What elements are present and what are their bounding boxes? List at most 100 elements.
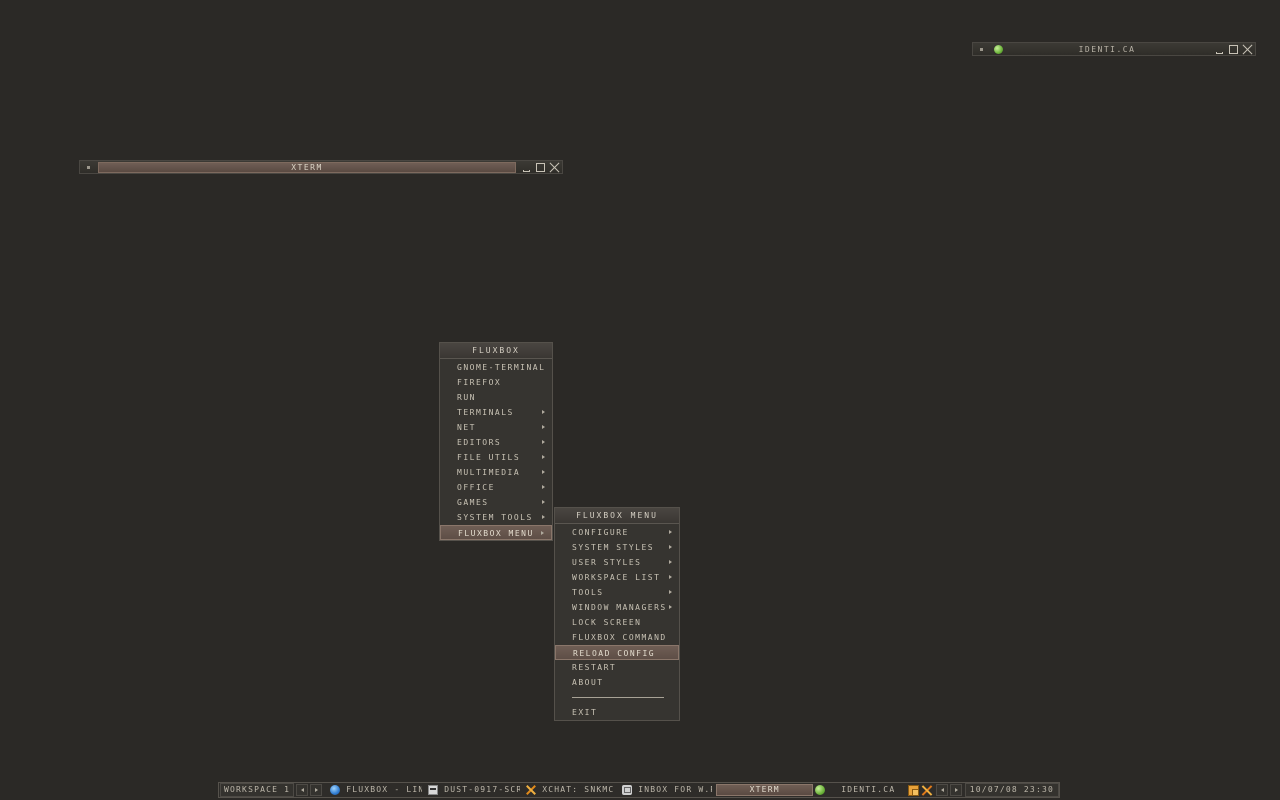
menu-item-label: FIREFOX — [457, 378, 502, 387]
menu-item-configure[interactable]: CONFIGURE — [555, 525, 679, 540]
menu-item-system-styles[interactable]: SYSTEM STYLES — [555, 540, 679, 555]
menu-item-terminals[interactable]: TERMINALS — [440, 405, 552, 420]
maximize-icon[interactable] — [535, 162, 546, 173]
prev-window-button[interactable] — [935, 784, 948, 796]
identica-app-icon — [994, 45, 1003, 54]
task-item[interactable]: DUST-0917-SCR — [428, 784, 520, 796]
menu-item-label: FILE UTILS — [457, 453, 521, 462]
task-label: XTERM — [749, 785, 780, 794]
task-item[interactable]: XCHAT: SNKMC — [526, 784, 616, 796]
menu-item-label: OFFICE — [457, 483, 495, 492]
menu-item-games[interactable]: GAMES — [440, 495, 552, 510]
close-icon[interactable] — [1242, 44, 1253, 55]
xchat-tray-icon[interactable] — [921, 785, 932, 796]
next-window-button[interactable] — [949, 784, 962, 796]
minimize-icon[interactable] — [521, 162, 532, 173]
maximize-icon[interactable] — [1228, 44, 1239, 55]
submenu-arrow-icon — [669, 560, 672, 564]
task-label: DUST-0917-SCR — [444, 785, 521, 794]
submenu-arrow-icon — [542, 410, 545, 414]
menu-item-label: GNOME-TERMINAL — [457, 363, 546, 372]
minimize-icon[interactable] — [1214, 44, 1225, 55]
menu-item-fluxbox-command[interactable]: FLUXBOX COMMAND — [555, 630, 679, 645]
menu-item-reload-config[interactable]: RELOAD CONFIG — [555, 645, 679, 660]
menu-item-label: WINDOW MANAGERS — [572, 603, 667, 612]
menu-item-exit[interactable]: EXIT — [555, 705, 679, 720]
prev-workspace-button[interactable] — [296, 784, 309, 796]
task-label: XCHAT: SNKMC — [542, 785, 615, 794]
submenu-arrow-icon — [542, 440, 545, 444]
menu-item-about[interactable]: ABOUT — [555, 675, 679, 690]
submenu-arrow-icon — [542, 515, 545, 519]
menu-item-window-managers[interactable]: WINDOW MANAGERS — [555, 600, 679, 615]
document-icon — [428, 785, 439, 795]
menu-item-net[interactable]: NET — [440, 420, 552, 435]
task-item-active[interactable]: XTERM — [716, 784, 814, 796]
submenu-arrow-icon — [669, 545, 672, 549]
menu-item-label: EXIT — [572, 708, 598, 717]
window-menu-icon[interactable] — [84, 163, 93, 172]
desktop: IDENTI.CA XTERM FLUXBOX GNOME-TERMINAL FI… — [0, 0, 1280, 800]
menu-item-system-tools[interactable]: SYSTEM TOOLS — [440, 510, 552, 525]
submenu-arrow-icon — [542, 485, 545, 489]
next-workspace-button[interactable] — [310, 784, 323, 796]
submenu-arrow-icon — [669, 530, 672, 534]
toolbar: WORKSPACE 1 FLUXBOX - LIN DUST-0917-SCR … — [218, 782, 1060, 798]
menu-item-workspace-list[interactable]: WORKSPACE LIST — [555, 570, 679, 585]
menu-item-label: TOOLS — [572, 588, 604, 597]
task-item[interactable]: IDENTI.CA — [815, 784, 901, 796]
submenu-arrow-icon — [542, 455, 545, 459]
identica-window-titlebar[interactable]: IDENTI.CA — [972, 42, 1256, 56]
menu-item-firefox[interactable]: FIREFOX — [440, 375, 552, 390]
menu-item-label: NET — [457, 423, 476, 432]
menu-item-gnome-terminal[interactable]: GNOME-TERMINAL — [440, 360, 552, 375]
xterm-window-titlebar[interactable]: XTERM — [79, 160, 563, 174]
green-dot-icon — [815, 785, 826, 795]
menu-item-editors[interactable]: EDITORS — [440, 435, 552, 450]
menu-item-lock-screen[interactable]: LOCK SCREEN — [555, 615, 679, 630]
close-icon[interactable] — [549, 162, 560, 173]
menu-item-label: RESTART — [572, 663, 617, 672]
menu-separator — [555, 690, 679, 705]
menu-title: FLUXBOX — [440, 343, 552, 359]
menu-item-office[interactable]: OFFICE — [440, 480, 552, 495]
submenu-arrow-icon — [669, 590, 672, 594]
task-label: FLUXBOX - LIN — [346, 785, 423, 794]
workspace-name[interactable]: WORKSPACE 1 — [220, 783, 295, 797]
task-item[interactable]: INBOX FOR W.R — [622, 784, 712, 796]
mail-icon — [622, 785, 633, 795]
menu-item-tools[interactable]: TOOLS — [555, 585, 679, 600]
menu-item-label: FLUXBOX MENU — [458, 529, 534, 538]
menu-item-file-utils[interactable]: FILE UTILS — [440, 450, 552, 465]
copy-icon[interactable] — [907, 784, 919, 796]
window-title: IDENTI.CA — [1078, 45, 1136, 54]
menu-item-label: RELOAD CONFIG — [573, 649, 656, 658]
fluxbox-root-menu: FLUXBOX GNOME-TERMINAL FIREFOX RUN TERMINAL… — [439, 342, 553, 541]
menu-item-label: TERMINALS — [457, 408, 514, 417]
menu-item-label: WORKSPACE LIST — [572, 573, 661, 582]
menu-item-fluxbox-menu[interactable]: FLUXBOX MENU — [440, 525, 552, 540]
submenu-arrow-icon — [542, 500, 545, 504]
task-item[interactable]: FLUXBOX - LIN — [330, 784, 422, 796]
submenu-arrow-icon — [669, 575, 672, 579]
submenu-arrow-icon — [541, 531, 544, 535]
menu-item-multimedia[interactable]: MULTIMEDIA — [440, 465, 552, 480]
window-menu-icon[interactable] — [977, 45, 986, 54]
clock: 10/07/08 23:30 — [964, 783, 1059, 797]
menu-title: FLUXBOX MENU — [555, 508, 679, 524]
menu-item-run[interactable]: RUN — [440, 390, 552, 405]
globe-icon — [330, 785, 341, 795]
menu-item-restart[interactable]: RESTART — [555, 660, 679, 675]
menu-item-label: LOCK SCREEN — [572, 618, 642, 627]
menu-item-label: SYSTEM TOOLS — [457, 513, 533, 522]
submenu-arrow-icon — [542, 470, 545, 474]
task-label: INBOX FOR W.R — [638, 785, 713, 794]
menu-item-label: CONFIGURE — [572, 528, 629, 537]
menu-item-label: SYSTEM STYLES — [572, 543, 655, 552]
xchat-icon — [526, 785, 536, 795]
fluxbox-submenu: FLUXBOX MENU CONFIGURE SYSTEM STYLES USER … — [554, 507, 680, 721]
menu-item-user-styles[interactable]: USER STYLES — [555, 555, 679, 570]
menu-item-label: GAMES — [457, 498, 489, 507]
menu-item-label: MULTIMEDIA — [457, 468, 521, 477]
submenu-arrow-icon — [669, 605, 672, 609]
